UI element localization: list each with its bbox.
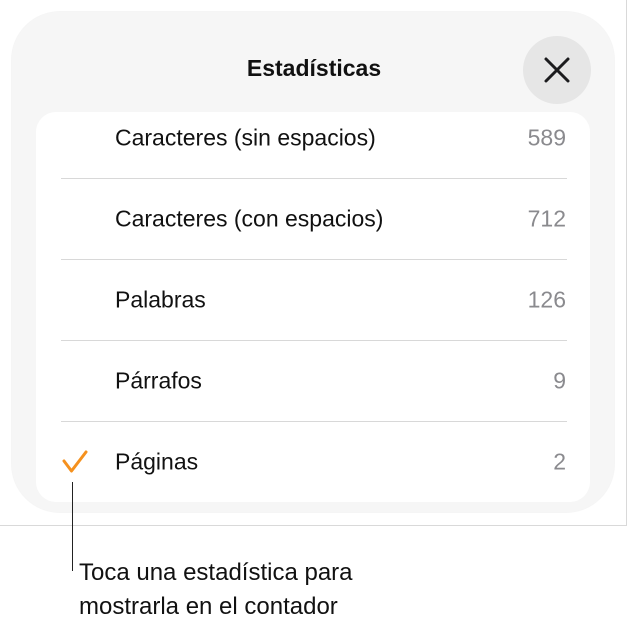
stat-value: 589: [527, 124, 566, 151]
close-icon: [544, 57, 570, 83]
popover-frame: Estadísticas Caracteres (sin espacios) 5…: [0, 0, 627, 526]
stat-label: Páginas: [115, 448, 199, 475]
callout-line: [72, 482, 73, 571]
callout-text: Toca una estadística para mostrarla en e…: [79, 556, 353, 624]
stat-label: Párrafos: [115, 367, 202, 394]
callout-line-2: mostrarla en el contador: [79, 593, 338, 620]
stat-value: 712: [527, 205, 566, 232]
stat-label: Caracteres (con espacios): [115, 205, 384, 232]
stat-label: Palabras: [115, 286, 206, 313]
stat-row-paragraphs[interactable]: Párrafos 9: [36, 341, 590, 421]
statistics-list: Caracteres (sin espacios) 589 Caracteres…: [36, 112, 590, 502]
stat-row-words[interactable]: Palabras 126: [36, 260, 590, 340]
stat-row-chars-no-spaces[interactable]: Caracteres (sin espacios) 589: [36, 98, 590, 178]
stat-row-chars-with-spaces[interactable]: Caracteres (con espacios) 712: [36, 179, 590, 259]
stat-label: Caracteres (sin espacios): [115, 124, 376, 151]
stat-row-pages[interactable]: Páginas 2: [36, 422, 590, 502]
callout-line-1: Toca una estadística para: [79, 559, 353, 586]
stat-value: 2: [553, 448, 566, 475]
stat-value: 9: [553, 367, 566, 394]
stat-value: 126: [527, 286, 566, 313]
close-button[interactable]: [523, 36, 591, 104]
checkmark-icon: [62, 450, 88, 473]
